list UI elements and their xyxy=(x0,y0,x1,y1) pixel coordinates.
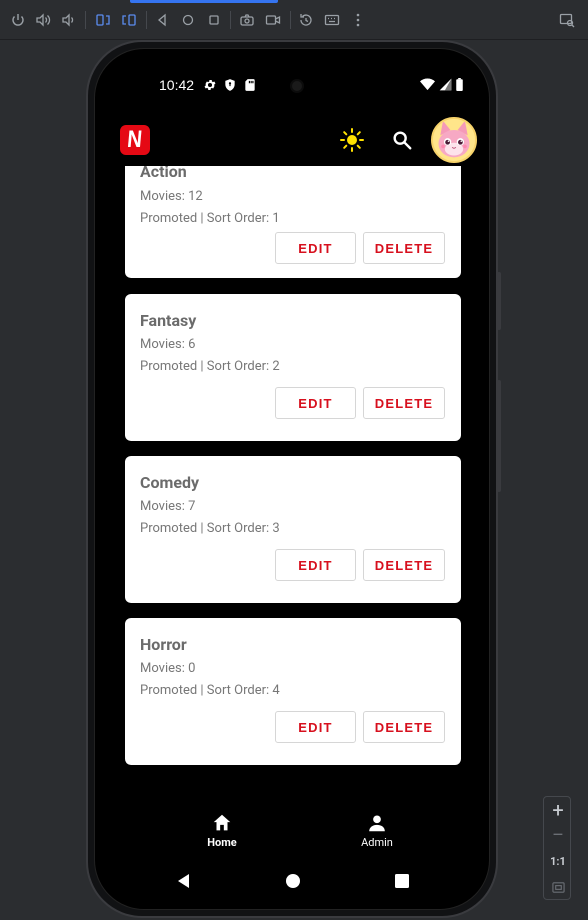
camera-icon[interactable] xyxy=(239,12,255,28)
shield-icon xyxy=(225,79,235,91)
wifi-icon xyxy=(420,78,435,91)
genre-card-comedy: Comedy Movies: 7 Promoted | Sort Order: … xyxy=(125,456,461,603)
system-home-icon[interactable] xyxy=(283,871,303,891)
volume-up-icon[interactable] xyxy=(35,12,51,28)
edit-button[interactable]: EDIT xyxy=(275,549,356,581)
genre-card-horror: Horror Movies: 0 Promoted | Sort Order: … xyxy=(125,618,461,765)
phone-frame: 10:42 N Action Movies: 12 Promoted | Sor… xyxy=(86,40,498,918)
fit-screen-icon[interactable] xyxy=(544,879,572,898)
genre-name: Fantasy xyxy=(140,311,197,330)
theme-toggle-sun-icon[interactable] xyxy=(340,128,364,152)
zoom-in-icon[interactable]: + xyxy=(544,799,572,821)
user-avatar[interactable] xyxy=(431,117,477,163)
power-icon[interactable] xyxy=(10,12,26,28)
genre-movie-count: Movies: 12 xyxy=(140,189,203,204)
toolbar-divider xyxy=(230,11,231,29)
screen-mirror-icon[interactable] xyxy=(559,12,575,28)
volume-down-icon[interactable] xyxy=(60,12,76,28)
battery-icon xyxy=(456,78,463,91)
system-back-icon[interactable] xyxy=(174,871,194,891)
genre-promo-sort: Promoted | Sort Order: 4 xyxy=(140,683,280,698)
nav-admin-label: Admin xyxy=(361,836,393,849)
toolbar-divider xyxy=(146,11,147,29)
sd-card-icon xyxy=(245,79,255,91)
video-record-icon[interactable] xyxy=(265,12,281,28)
back-icon[interactable] xyxy=(154,12,170,28)
genre-movie-count: Movies: 6 xyxy=(140,337,196,352)
edit-button[interactable]: EDIT xyxy=(275,711,356,743)
zoom-out-icon[interactable]: – xyxy=(544,827,572,845)
toolbar-divider xyxy=(290,11,291,29)
loading-progress xyxy=(130,0,278,3)
status-time: 10:42 xyxy=(159,77,195,93)
home-circle-icon[interactable] xyxy=(180,12,196,28)
genre-promo-sort: Promoted | Sort Order: 3 xyxy=(140,521,280,536)
system-recents-icon[interactable] xyxy=(392,871,412,891)
app-logo-letter: N xyxy=(126,126,144,153)
app-logo[interactable]: N xyxy=(120,125,150,155)
system-navigation xyxy=(95,871,489,901)
edit-button[interactable]: EDIT xyxy=(275,387,356,419)
phone-screen: 10:42 N Action Movies: 12 Promoted | Sor… xyxy=(94,48,490,910)
rotate-left-icon[interactable] xyxy=(95,12,111,28)
genre-movie-count: Movies: 7 xyxy=(140,499,196,514)
person-icon xyxy=(369,815,385,832)
genre-promo-sort: Promoted | Sort Order: 1 xyxy=(140,211,280,226)
genre-list[interactable]: Action Movies: 12 Promoted | Sort Order:… xyxy=(95,166,489,802)
delete-button[interactable]: DELETE xyxy=(363,711,445,743)
keyboard-icon[interactable] xyxy=(324,12,340,28)
genre-card-fantasy: Fantasy Movies: 6 Promoted | Sort Order:… xyxy=(125,294,461,441)
zoom-actual-size[interactable]: 1:1 xyxy=(544,855,572,868)
overview-icon[interactable] xyxy=(206,12,222,28)
genre-promo-sort: Promoted | Sort Order: 2 xyxy=(140,359,280,374)
delete-button[interactable]: DELETE xyxy=(363,387,445,419)
reset-icon[interactable] xyxy=(298,12,314,28)
settings-gear-icon xyxy=(204,79,216,91)
cell-signal-icon xyxy=(439,78,452,91)
edit-button[interactable]: EDIT xyxy=(275,232,356,264)
genre-name: Action xyxy=(140,166,187,181)
genre-name: Comedy xyxy=(140,473,200,492)
status-bar: 10:42 xyxy=(95,73,489,97)
app-bar: N xyxy=(95,109,489,173)
front-camera xyxy=(290,79,304,93)
nav-home-label: Home xyxy=(207,836,237,849)
emulator-toolbar xyxy=(0,0,588,40)
rotate-right-icon[interactable] xyxy=(121,12,137,28)
bottom-navigation: Home Admin xyxy=(95,812,489,862)
genre-movie-count: Movies: 0 xyxy=(140,661,196,676)
home-icon xyxy=(213,814,231,831)
delete-button[interactable]: DELETE xyxy=(363,232,445,264)
delete-button[interactable]: DELETE xyxy=(363,549,445,581)
search-icon[interactable] xyxy=(391,129,413,151)
genre-card-action: Action Movies: 12 Promoted | Sort Order:… xyxy=(125,166,461,278)
more-options-icon[interactable] xyxy=(350,12,366,28)
nav-admin[interactable]: Admin xyxy=(337,812,417,849)
toolbar-divider xyxy=(85,11,86,29)
nav-home[interactable]: Home xyxy=(182,812,262,849)
genre-name: Horror xyxy=(140,635,187,654)
zoom-panel: + – 1:1 xyxy=(543,796,571,900)
